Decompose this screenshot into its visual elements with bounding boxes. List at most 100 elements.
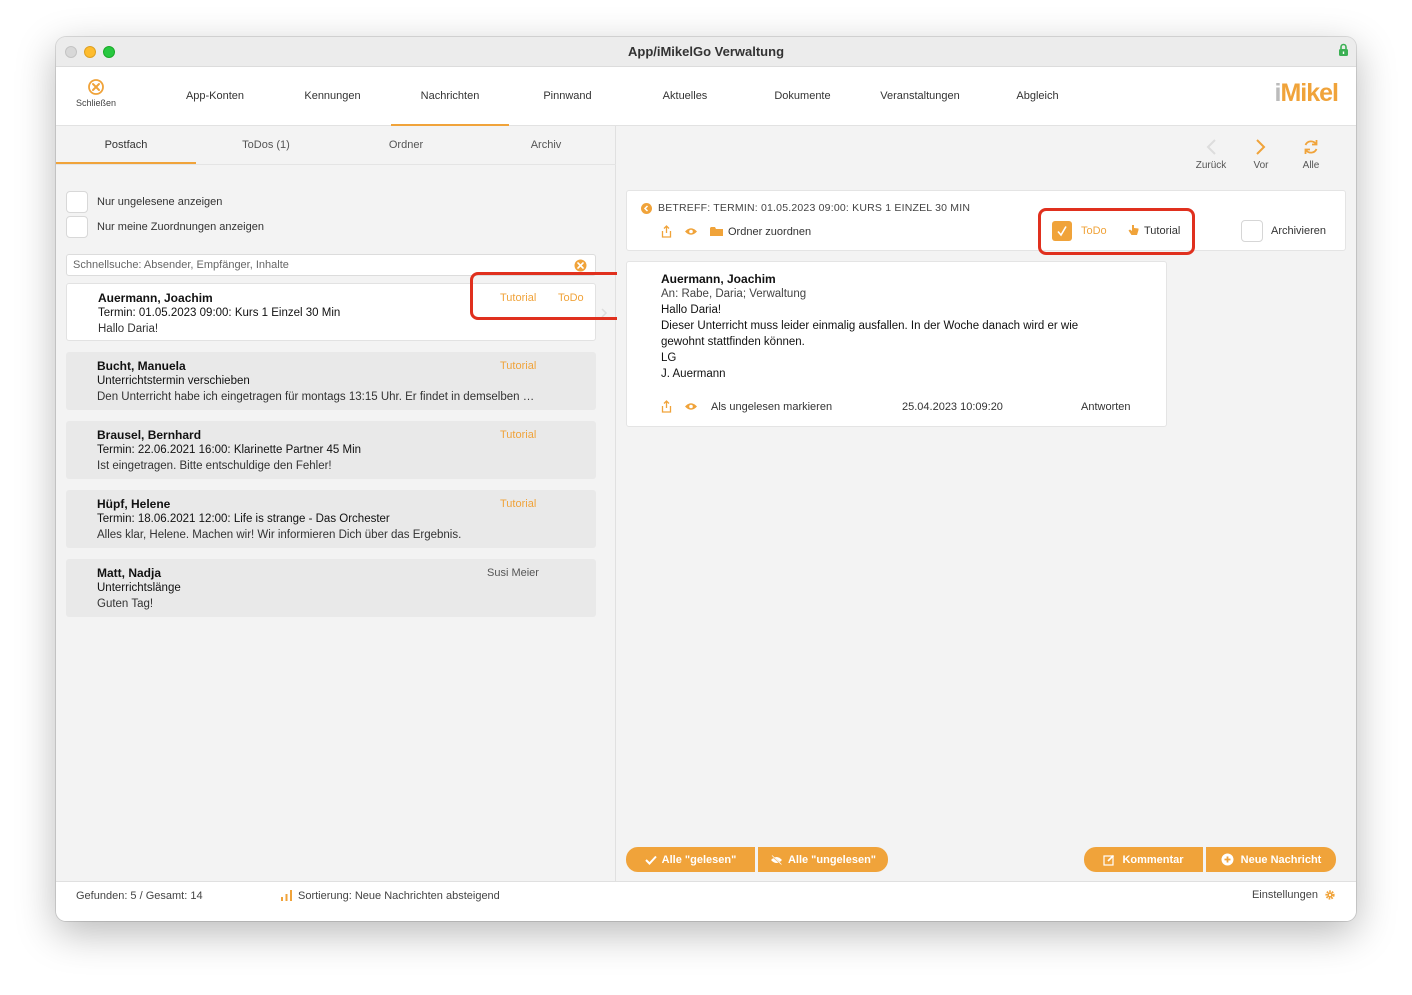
settings-button[interactable]: Einstellungen [1252, 889, 1336, 901]
filter-unread-checkbox[interactable]: Nur ungelesene anzeigen [66, 191, 222, 213]
message-preview: Alles klar, Helene. Machen wir! Wir info… [97, 529, 462, 541]
result-count: Gefunden: 5 / Gesamt: 14 [76, 890, 203, 902]
mark-all-unread-label: Alle "ungelesen" [787, 853, 877, 866]
title-bar: App/iMikelGo Verwaltung [56, 37, 1356, 67]
message-sender: Matt, Nadja [97, 566, 162, 580]
status-bar: Gefunden: 5 / Gesamt: 14 Sortierung: Neu… [56, 881, 1356, 921]
tab-dokumente[interactable]: Dokumente [744, 67, 861, 126]
mark-all-read-label: Alle "gelesen" [661, 853, 737, 866]
checkbox[interactable] [66, 191, 88, 213]
new-message-button[interactable]: Neue Nachricht [1206, 847, 1336, 872]
reply-button[interactable]: Antworten [1081, 401, 1131, 413]
detail-sender: Auermann, Joachim [661, 272, 776, 286]
folder-icon[interactable] [710, 226, 723, 237]
main-toolbar: Schließen App-Konten Kennungen Nachricht… [56, 67, 1356, 126]
filter-unread-label: Nur ungelesene anzeigen [97, 196, 223, 208]
message-preview: Ist eingetragen. Bitte entschuldige den … [97, 460, 332, 472]
mark-all-unread-button[interactable]: Alle "ungelesen" [758, 847, 888, 872]
share-icon[interactable] [661, 225, 672, 238]
body-line: Hallo Daria! [661, 304, 722, 316]
body-line: J. Auermann [661, 368, 726, 380]
tab-abgleich[interactable]: Abgleich [979, 67, 1096, 126]
tab-kennungen[interactable]: Kennungen [274, 67, 391, 126]
subtab-todos[interactable]: ToDos (1) [196, 126, 336, 164]
eye-icon[interactable] [684, 227, 698, 236]
assign-folder-button[interactable]: Ordner zuordnen [728, 226, 811, 238]
tag-tutorial: Tutorial [500, 360, 537, 372]
message-item[interactable]: Bucht, Manuela Unterrichtstermin verschi… [66, 352, 596, 410]
close-circle-icon [88, 79, 104, 95]
bar-chart-icon [281, 890, 292, 901]
message-item[interactable]: Matt, Nadja Unterrichtslänge Guten Tag! … [66, 559, 596, 617]
chevron-right-icon [1256, 139, 1266, 155]
checkbox[interactable] [66, 216, 88, 238]
chevron-left-icon [1206, 139, 1216, 155]
message-preview: Den Unterricht habe ich eingetragen für … [97, 391, 535, 403]
window-title: App/iMikelGo Verwaltung [627, 44, 785, 59]
sort-order-button[interactable]: Sortierung: Neue Nachrichten absteigend [298, 890, 500, 902]
comment-button[interactable]: Kommentar [1084, 847, 1203, 872]
arrow-left-circle-icon[interactable] [641, 203, 652, 214]
new-message-label: Neue Nachricht [1240, 853, 1322, 866]
message-subject: Unterrichtslänge [97, 582, 181, 594]
message-timestamp: 25.04.2023 10:09:20 [902, 401, 1003, 413]
close-button[interactable]: Schließen [66, 79, 126, 108]
subtab-postfach[interactable]: Postfach [56, 126, 196, 164]
refresh-icon [1304, 140, 1318, 154]
highlight-box [470, 272, 627, 320]
message-sender: Brausel, Bernhard [97, 428, 202, 442]
mark-all-read-button[interactable]: Alle "gelesen" [626, 847, 755, 872]
body-line: Dieser Unterricht muss leider einmalig a… [661, 320, 1079, 332]
message-subject: Termin: 22.06.2021 16:00: Klarinette Par… [97, 444, 362, 456]
message-item[interactable]: Hüpf, Helene Termin: 18.06.2021 12:00: L… [66, 490, 596, 548]
mark-unread-button[interactable]: Als ungelesen markieren [711, 401, 832, 413]
tab-pinnwand[interactable]: Pinnwand [509, 67, 626, 126]
archive-label: Archivieren [1271, 225, 1327, 237]
eye-slash-icon [770, 854, 782, 865]
archive-checkbox[interactable] [1241, 220, 1263, 242]
message-sender: Hüpf, Helene [97, 497, 171, 511]
tag-assignee: Susi Meier [487, 567, 539, 579]
imikel-logo: iMikel [1274, 79, 1339, 107]
close-button-label: Schließen [75, 98, 117, 108]
message-sender: Bucht, Manuela [97, 359, 186, 373]
body-line: gewohnt stattfinden können. [661, 336, 805, 348]
back-label: Zurück [1195, 160, 1227, 171]
back-button[interactable]: Zurück [1191, 138, 1231, 171]
forward-label: Vor [1253, 160, 1269, 171]
tab-aktuelles[interactable]: Aktuelles [626, 67, 744, 126]
gear-icon [1325, 890, 1335, 900]
filter-mine-checkbox[interactable]: Nur meine Zuordnungen anzeigen [66, 216, 264, 238]
refresh-all-button[interactable]: Alle [1291, 138, 1331, 171]
highlight-box [1038, 208, 1195, 255]
message-subject: Unterrichtstermin verschieben [97, 375, 250, 387]
lock-icon [1339, 43, 1348, 56]
forward-button[interactable]: Vor [1241, 138, 1281, 171]
comment-label: Kommentar [1122, 853, 1184, 866]
tag-tutorial: Tutorial [500, 498, 537, 510]
subtab-divider [56, 164, 616, 165]
app-window: App/iMikelGo Verwaltung Schließen App-Ko… [56, 37, 1356, 921]
tab-veranstaltungen[interactable]: Veranstaltungen [861, 67, 979, 126]
eye-icon[interactable] [684, 402, 698, 411]
plus-circle-icon [1221, 853, 1234, 866]
tab-nachrichten[interactable]: Nachrichten [391, 67, 509, 126]
subtab-archiv[interactable]: Archiv [476, 126, 616, 164]
subject-line: BETREFF: TERMIN: 01.05.2023 09:00: KURS … [658, 202, 971, 214]
clear-search-icon[interactable] [574, 259, 587, 272]
tab-app-konten[interactable]: App-Konten [156, 67, 274, 126]
subtab-ordner[interactable]: Ordner [336, 126, 476, 164]
message-subject: Termin: 01.05.2023 09:00: Kurs 1 Einzel … [98, 307, 341, 319]
message-detail-panel: Zurück Vor Alle BETREFF: TERMIN: 01.05.2… [617, 126, 1356, 881]
tag-tutorial: Tutorial [500, 429, 537, 441]
check-icon [644, 855, 657, 865]
message-item[interactable]: Brausel, Bernhard Termin: 22.06.2021 16:… [66, 421, 596, 479]
all-label: Alle [1302, 160, 1320, 171]
share-icon[interactable] [661, 400, 672, 413]
subject-card: BETREFF: TERMIN: 01.05.2023 09:00: KURS … [626, 190, 1346, 251]
filter-mine-label: Nur meine Zuordnungen anzeigen [97, 221, 264, 233]
detail-recipients: An: Rabe, Daria; Verwaltung [661, 288, 807, 300]
message-sender: Auermann, Joachim [98, 291, 213, 305]
message-card: Auermann, Joachim An: Rabe, Daria; Verwa… [626, 261, 1167, 427]
message-subject: Termin: 18.06.2021 12:00: Life is strang… [97, 513, 390, 525]
